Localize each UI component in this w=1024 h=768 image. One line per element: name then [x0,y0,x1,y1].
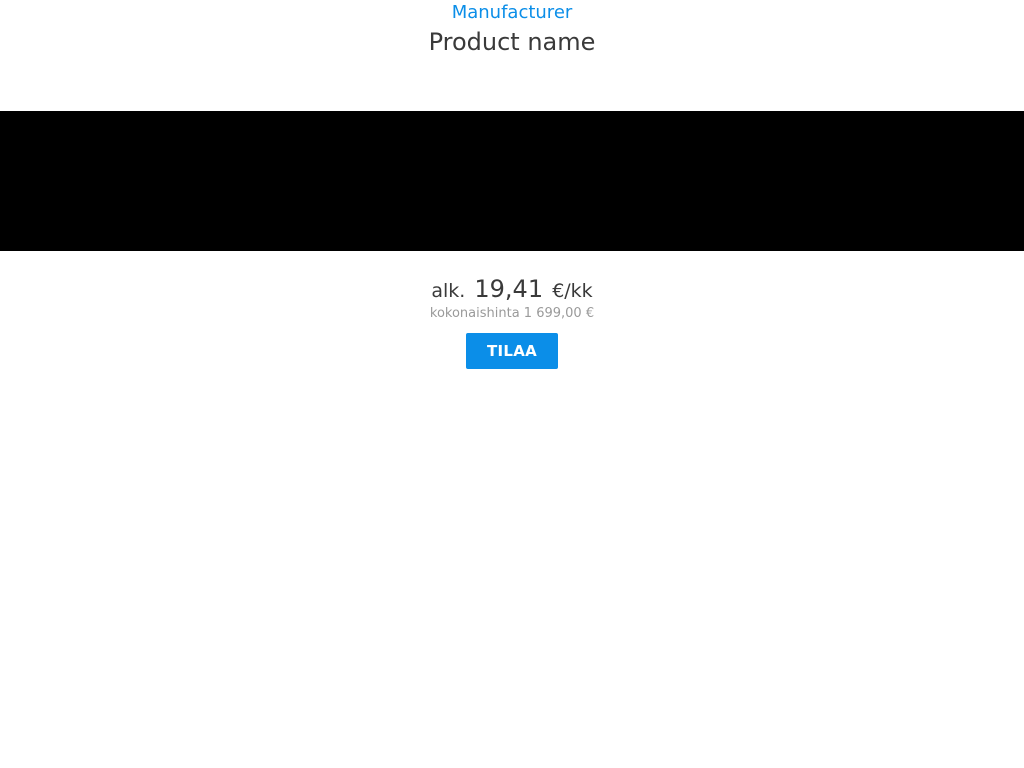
price-amount: 19,41 [474,275,544,303]
price-prefix: alk. [431,280,466,302]
price-unit: €/kk [552,280,593,302]
total-price: kokonaishinta 1 699,00 € [429,306,595,321]
product-card: Manufacturer Product name alk. 19,41 €/k… [0,0,1024,768]
order-button[interactable]: TILAA [466,333,558,369]
product-image [0,111,1024,251]
manufacturer-link[interactable]: Manufacturer [0,2,1024,24]
monthly-price: alk. 19,41 €/kk [0,274,1024,307]
product-name: Product name [428,28,596,56]
